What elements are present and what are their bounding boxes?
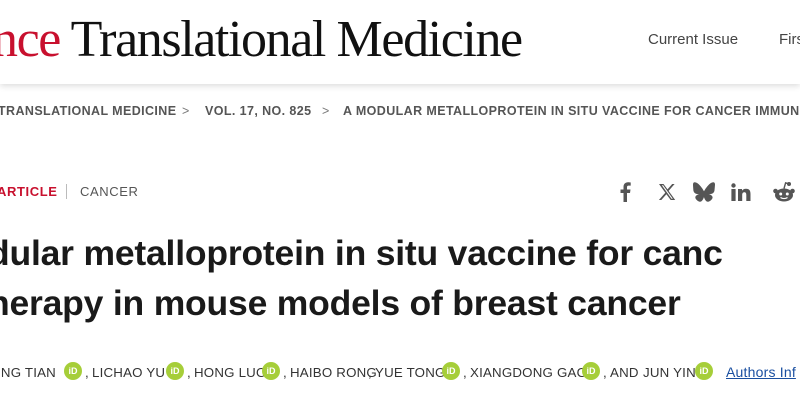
author-name[interactable]: XIANGDONG GAO: [470, 365, 587, 380]
journal-logo[interactable]: nce Translational Medicine: [0, 8, 523, 72]
breadcrumb-separator: >: [182, 104, 190, 118]
breadcrumb-journal[interactable]: TRANSLATIONAL MEDICINE: [0, 104, 176, 118]
nav-first-release[interactable]: Firs: [779, 31, 800, 48]
orcid-icon[interactable]: iD: [695, 362, 713, 380]
bluesky-icon[interactable]: [692, 181, 716, 203]
author-separator: ,: [187, 365, 191, 380]
site-header: nce Translational Medicine Current Issue…: [0, 0, 800, 84]
orcid-icon[interactable]: iD: [166, 362, 184, 380]
author-name[interactable]: YUE TONG: [375, 365, 446, 380]
article-title-line-1: dular metalloprotein in situ vaccine for…: [0, 233, 723, 273]
author-list: ING TIAN iD , LICHAO YU iD , HONG LUO iD…: [0, 362, 800, 386]
breadcrumb: TRANSLATIONAL MEDICINE > VOL. 17, NO. 82…: [0, 104, 800, 124]
orcid-icon[interactable]: iD: [582, 362, 600, 380]
linkedin-icon[interactable]: [729, 181, 753, 203]
x-icon[interactable]: [655, 181, 679, 203]
author-name[interactable]: HAIBO RONG: [290, 365, 377, 380]
orcid-icon[interactable]: iD: [442, 362, 460, 380]
article-type-label: ARTICLE: [0, 184, 58, 199]
article-title-line-2: herapy in mouse models of breast cancer: [0, 283, 681, 323]
authors-info-link[interactable]: Authors Inf: [726, 364, 796, 380]
author-name[interactable]: JUN YIN: [643, 365, 696, 380]
author-name[interactable]: HONG LUO: [194, 365, 267, 380]
breadcrumb-separator: >: [322, 104, 330, 118]
reddit-icon[interactable]: [771, 181, 797, 203]
author-separator: ,: [85, 365, 89, 380]
type-divider: [66, 184, 67, 199]
author-separator: ,: [368, 365, 372, 380]
author-name[interactable]: LICHAO YU: [92, 365, 165, 380]
author-name[interactable]: ING TIAN: [0, 365, 56, 380]
facebook-icon[interactable]: [614, 181, 636, 203]
article-subject-link[interactable]: CANCER: [80, 184, 139, 199]
brand-main-text: Translational Medicine: [59, 11, 523, 68]
author-separator: ,: [463, 365, 467, 380]
breadcrumb-volume[interactable]: VOL. 17, NO. 825: [205, 104, 311, 118]
orcid-icon[interactable]: iD: [64, 362, 82, 380]
nav-current-issue[interactable]: Current Issue: [648, 31, 738, 48]
brand-accent-text: nce: [0, 11, 61, 68]
author-separator: ,: [283, 365, 287, 380]
author-separator: , AND: [603, 365, 639, 380]
orcid-icon[interactable]: iD: [262, 362, 280, 380]
breadcrumb-article: A MODULAR METALLOPROTEIN IN SITU VACCINE…: [343, 104, 800, 118]
